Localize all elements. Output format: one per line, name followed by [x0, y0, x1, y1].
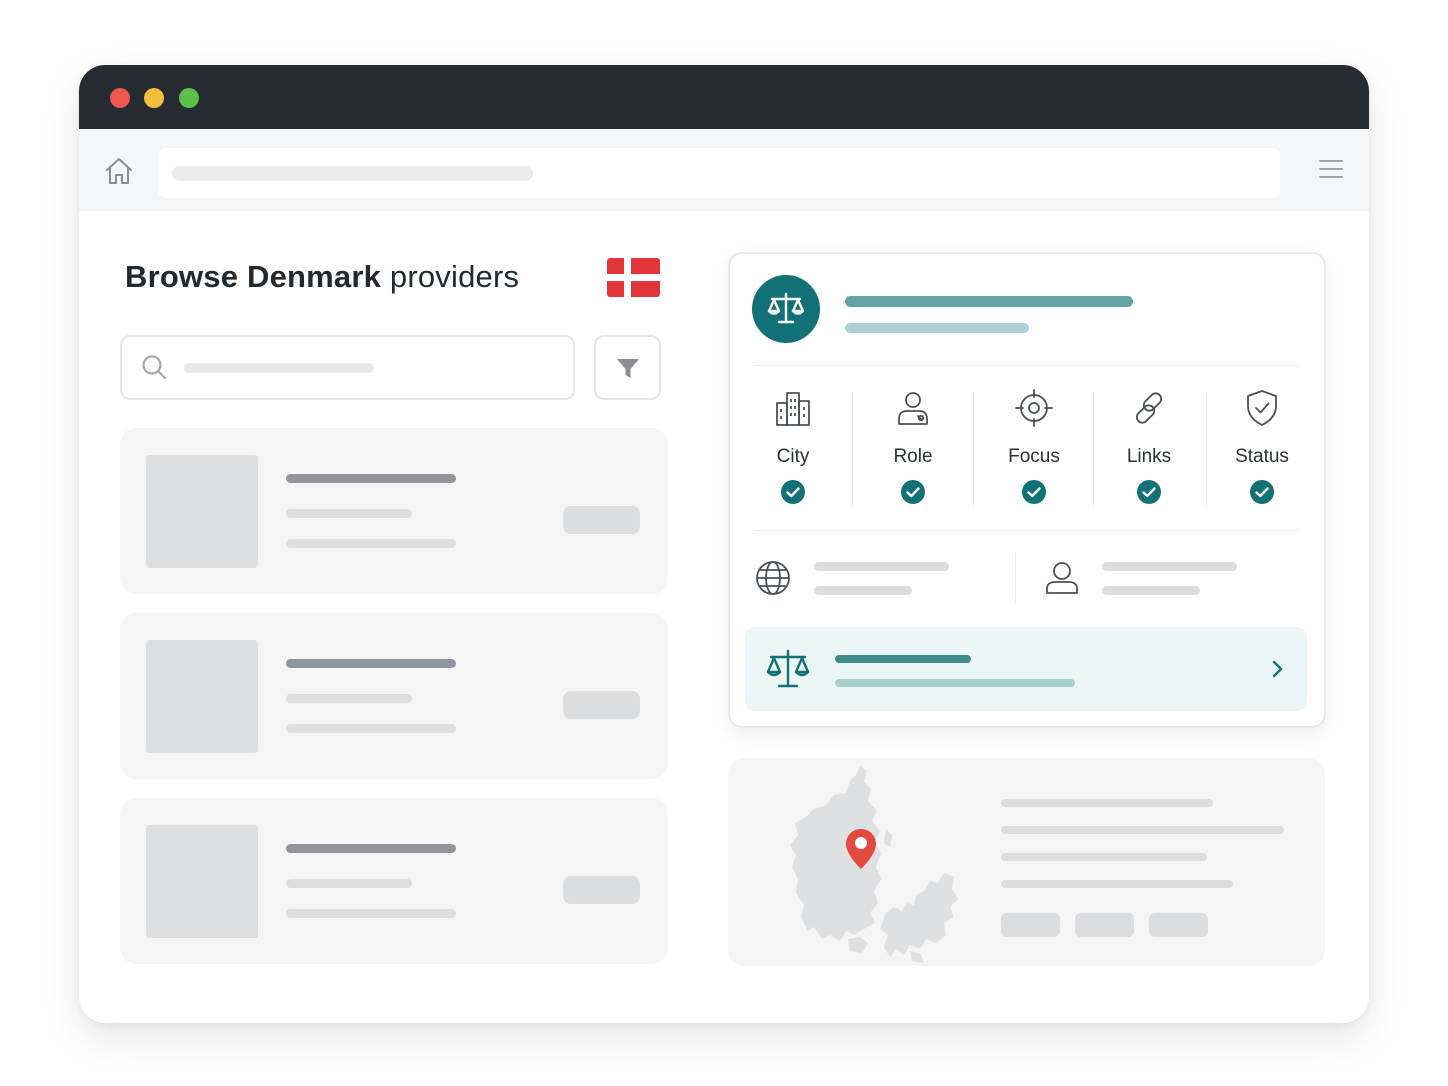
provider-subtitle-placeholder	[845, 323, 1029, 333]
browser-window: Browse Denmark providers City Role Focus…	[79, 65, 1369, 1023]
view-provider-row[interactable]	[745, 627, 1307, 711]
map-pin-icon[interactable]	[845, 828, 877, 870]
provider-detail-placeholder	[286, 724, 456, 733]
address-bar[interactable]	[158, 148, 1280, 198]
page-title-bold: Browse Denmark	[125, 259, 382, 294]
chevron-right-icon[interactable]	[1266, 658, 1288, 680]
provider-thumbnail	[146, 640, 258, 753]
provider-detail-card: City Role Focus Links Status	[728, 252, 1326, 728]
feature-status: Status	[1202, 389, 1322, 514]
provider-avatar	[752, 275, 820, 343]
shield-check-icon	[1247, 390, 1277, 426]
provider-list-item[interactable]	[120, 798, 668, 964]
person-role-icon	[898, 392, 928, 425]
provider-name-placeholder	[286, 474, 456, 483]
feature-label: Role	[893, 446, 933, 467]
feature-label: Focus	[1008, 446, 1060, 467]
filter-funnel-icon	[617, 359, 639, 378]
website-placeholder	[814, 586, 912, 595]
search-placeholder	[184, 363, 374, 373]
location-detail-placeholder	[1001, 880, 1233, 888]
globe-icon	[756, 561, 790, 595]
map-card	[728, 758, 1325, 966]
provider-detail-placeholder	[286, 539, 456, 548]
close-window-button[interactable]	[110, 88, 130, 108]
location-detail-placeholder	[1001, 799, 1213, 807]
cta-title-placeholder	[835, 655, 971, 663]
feature-label: Links	[1126, 446, 1172, 467]
browser-toolbar	[79, 129, 1369, 211]
check-circle-icon	[901, 480, 925, 504]
check-circle-icon	[1022, 480, 1046, 504]
chain-link-icon	[1135, 392, 1163, 424]
minimize-window-button[interactable]	[144, 88, 164, 108]
provider-list-item[interactable]	[120, 613, 668, 779]
provider-action-pill[interactable]	[563, 876, 640, 904]
provider-list-item[interactable]	[120, 428, 668, 594]
provider-detail-placeholder	[286, 509, 412, 518]
maximize-window-button[interactable]	[179, 88, 199, 108]
address-placeholder	[172, 166, 533, 181]
feature-links: Links	[1089, 389, 1209, 514]
window-titlebar	[79, 65, 1369, 129]
provider-name-placeholder	[286, 844, 456, 853]
location-tag[interactable]	[1001, 913, 1060, 937]
provider-thumbnail	[146, 455, 258, 568]
location-tag[interactable]	[1075, 913, 1134, 937]
divider	[754, 365, 1300, 366]
city-buildings-icon	[776, 392, 810, 426]
search-input[interactable]	[120, 335, 575, 400]
person-icon	[1046, 562, 1078, 594]
scales-of-justice-icon	[766, 649, 810, 688]
hamburger-menu-icon[interactable]	[1319, 157, 1343, 181]
filter-button[interactable]	[594, 335, 661, 400]
feature-focus: Focus	[974, 389, 1094, 514]
scales-of-justice-icon	[767, 292, 805, 324]
cta-subtitle-placeholder	[835, 679, 1075, 687]
provider-name-placeholder	[286, 659, 456, 668]
provider-name-placeholder	[845, 296, 1133, 307]
divider	[754, 530, 1300, 531]
crosshair-target-icon	[1015, 389, 1053, 427]
feature-label: City	[776, 446, 810, 467]
location-tag[interactable]	[1149, 913, 1208, 937]
feature-city: City	[733, 389, 853, 514]
provider-action-pill[interactable]	[563, 506, 640, 534]
provider-detail-placeholder	[286, 694, 412, 703]
provider-thumbnail	[146, 825, 258, 938]
home-icon[interactable]	[104, 156, 134, 186]
feature-label: Status	[1235, 446, 1289, 467]
provider-action-pill[interactable]	[563, 691, 640, 719]
check-circle-icon	[1137, 480, 1161, 504]
search-icon	[142, 355, 167, 380]
website-placeholder	[814, 562, 949, 571]
provider-detail-placeholder	[286, 909, 456, 918]
provider-detail-placeholder	[286, 879, 412, 888]
page-title-rest: providers	[381, 259, 520, 294]
contact-placeholder	[1102, 562, 1237, 571]
contact-placeholder	[1102, 586, 1200, 595]
location-detail-placeholder	[1001, 853, 1207, 861]
check-circle-icon	[781, 480, 805, 504]
denmark-flag-icon	[607, 258, 660, 297]
location-detail-placeholder	[1001, 826, 1284, 834]
feature-role: Role	[853, 389, 973, 514]
check-circle-icon	[1250, 480, 1274, 504]
column-divider	[1015, 552, 1016, 604]
page-title: Browse Denmark providers	[125, 259, 519, 295]
